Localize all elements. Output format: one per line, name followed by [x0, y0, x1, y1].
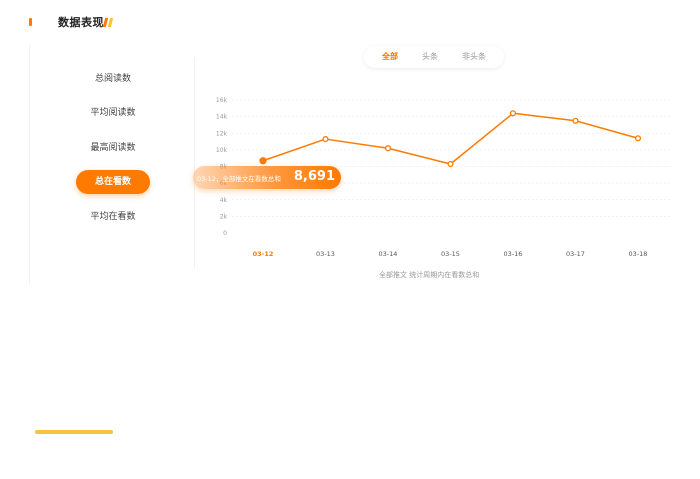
series-line: [262, 112, 639, 165]
y-tick-label: 2k: [220, 213, 228, 220]
line-chart: 02k4k6k8k10k12k14k16k03-1203-1303-1403-1…: [216, 97, 672, 258]
y-tick-label: 16k: [216, 97, 228, 104]
x-tick-label: 03-17: [566, 250, 585, 258]
y-tick-label: 12k: [216, 130, 228, 137]
x-tick-label: 03-15: [441, 250, 460, 258]
x-tick-label: 03-12: [253, 250, 274, 258]
data-point: [322, 136, 329, 143]
data-point: [572, 117, 579, 124]
data-point: [509, 110, 517, 117]
tooltip-label: 03-12，全部推文在看数总和: [197, 174, 281, 183]
bottom-accent-bar: [35, 430, 113, 434]
data-point: [384, 145, 392, 152]
data-point: [259, 157, 267, 165]
y-tick-label: 10k: [216, 147, 228, 154]
data-point: [447, 160, 454, 168]
x-tick-label: 03-18: [629, 250, 648, 258]
tooltip-value: 8,691: [293, 169, 335, 184]
x-tick-label: 03-13: [316, 250, 335, 258]
data-point: [634, 135, 642, 142]
chart-tooltip: 03-12，全部推文在看数总和 8,691: [193, 166, 341, 189]
y-tick-label: 14k: [216, 114, 228, 121]
x-tick-label: 03-14: [379, 250, 398, 258]
y-tick-label: 4k: [220, 197, 228, 204]
y-tick-label: 0: [223, 230, 227, 237]
chart-caption: 全部推文 统计周期内在看数总和: [379, 271, 480, 279]
x-tick-label: 03-16: [504, 250, 523, 258]
